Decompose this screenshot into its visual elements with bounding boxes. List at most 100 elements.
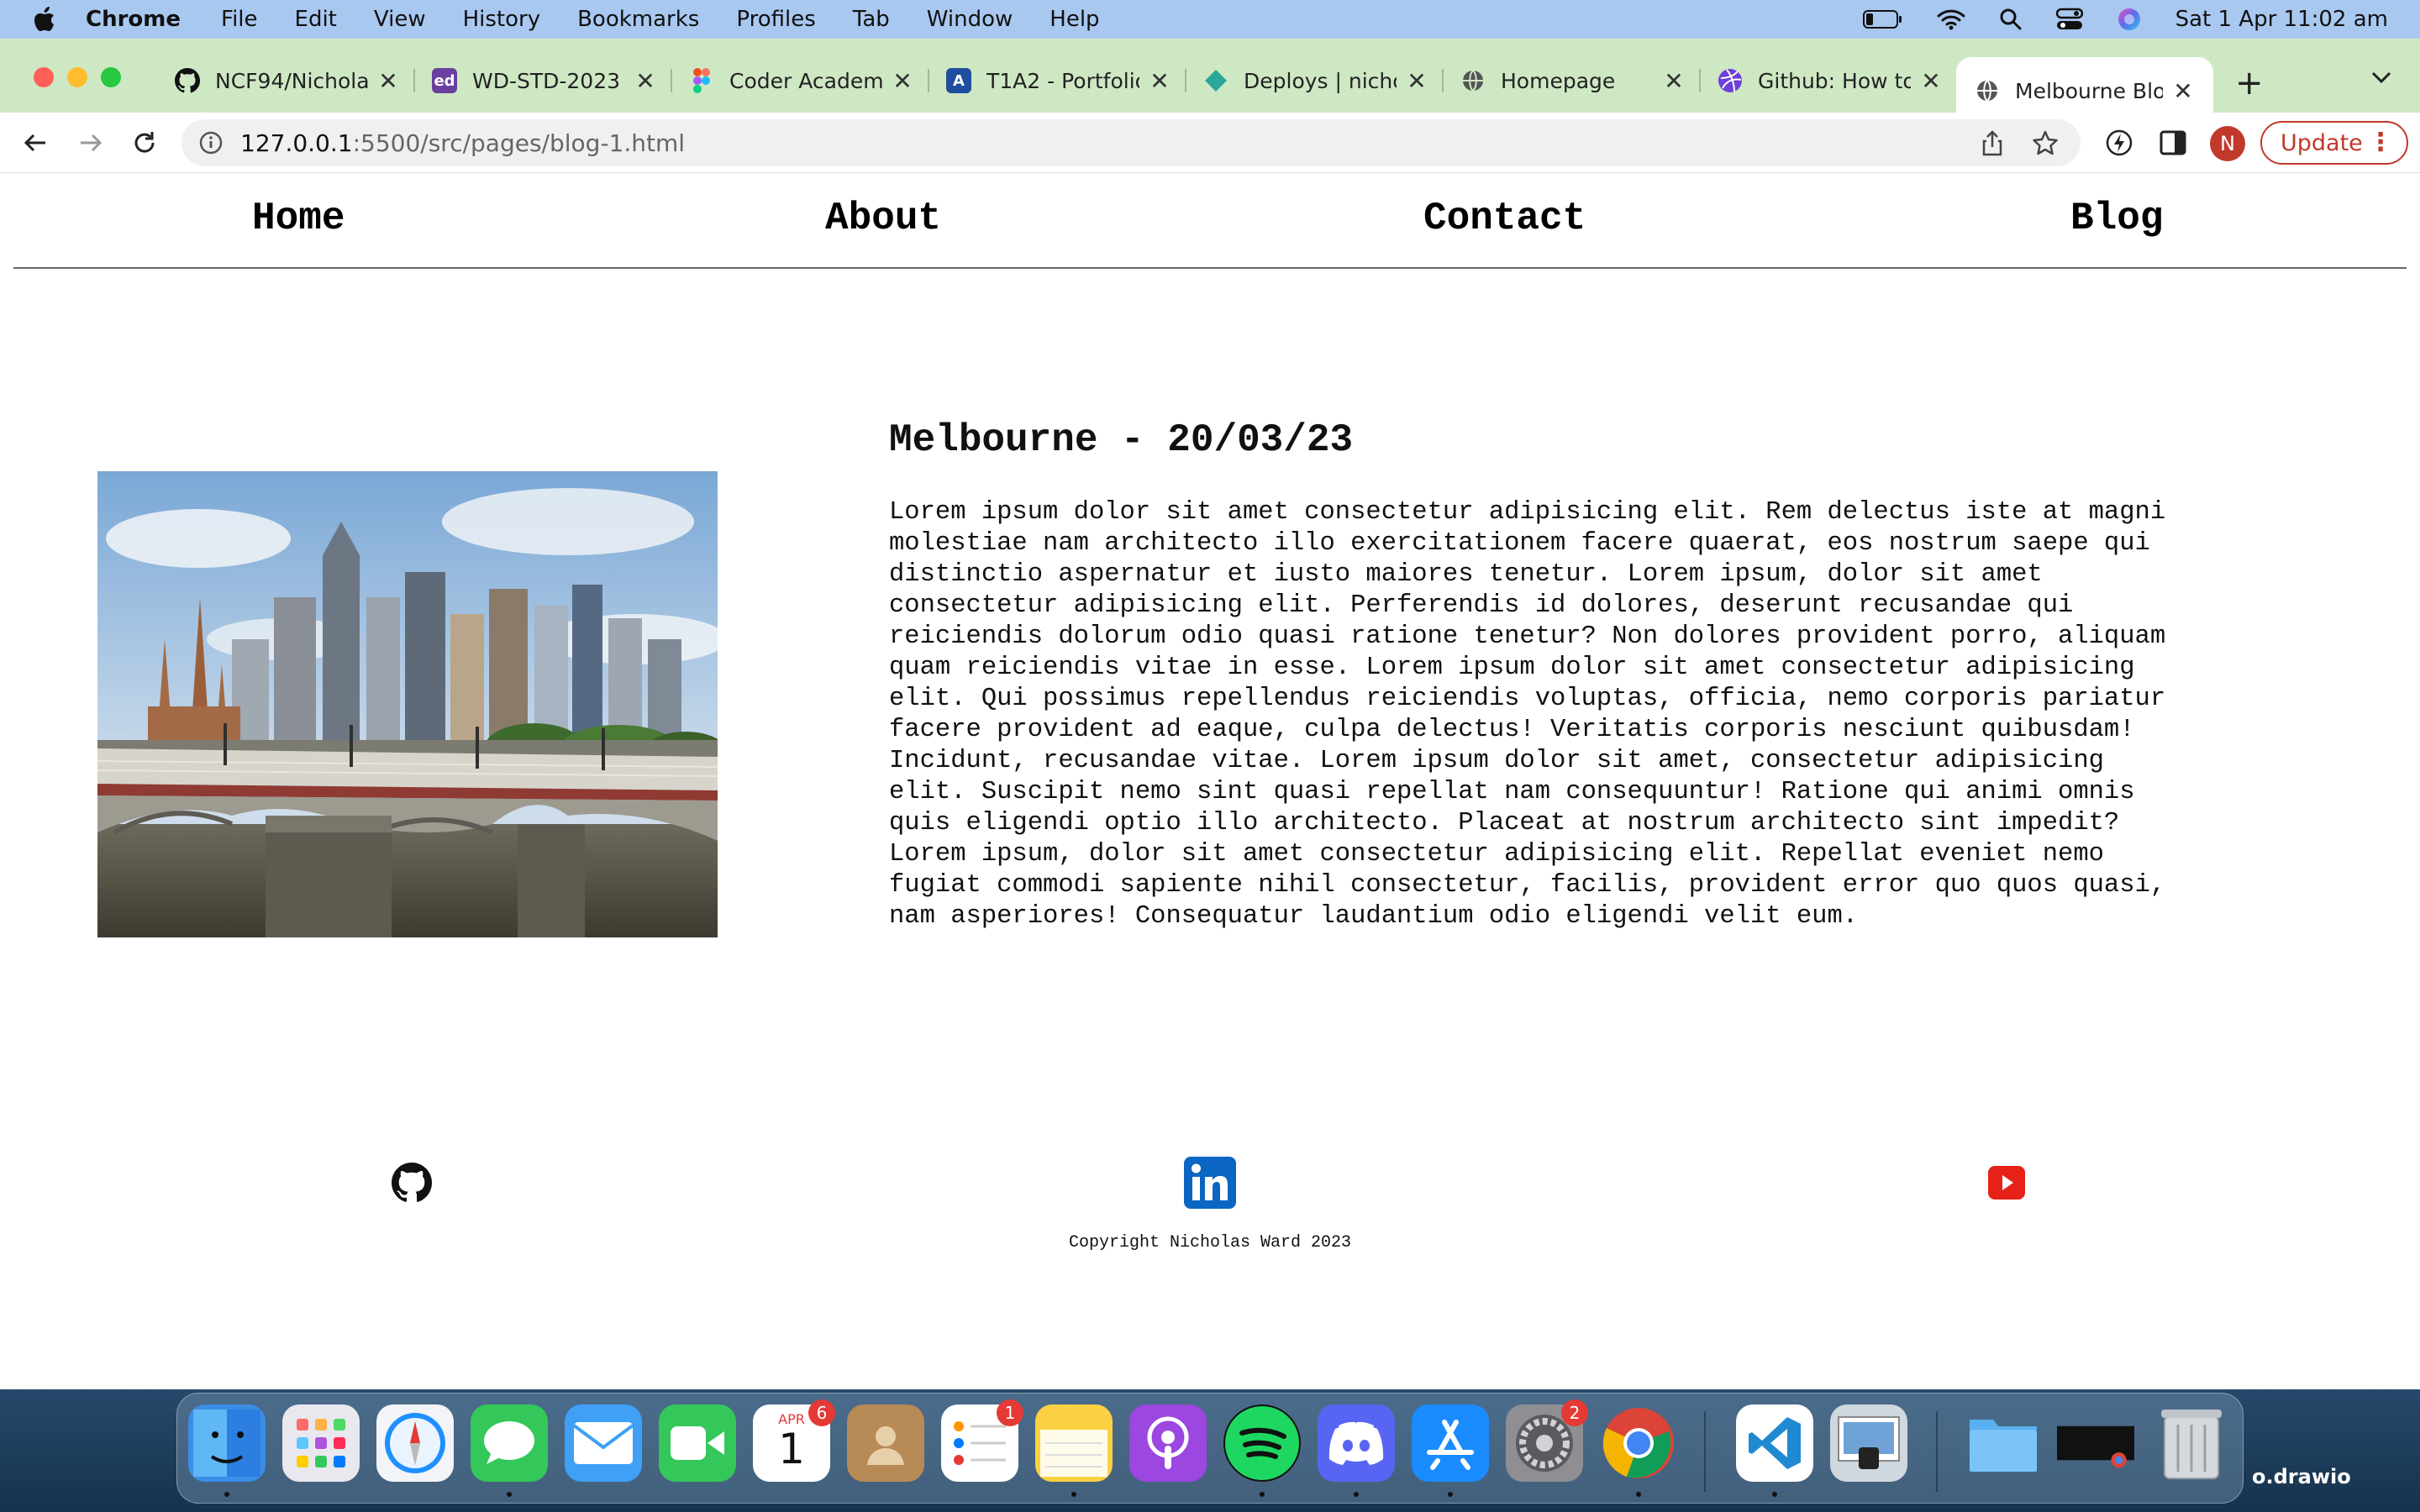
ed-icon: ed (432, 68, 457, 93)
melbourne-bridge-photo (97, 471, 718, 937)
mail-icon[interactable] (565, 1404, 642, 1482)
preview-icon[interactable] (1830, 1404, 1907, 1482)
battery-icon[interactable] (1862, 9, 1903, 29)
address-bar[interactable]: 127.0.0.1:5500/src/pages/blog-1.html (182, 119, 2081, 166)
menu-window[interactable]: Window (927, 7, 1013, 32)
notes-icon[interactable] (1035, 1404, 1113, 1482)
tab-github-how-to[interactable]: Github: How to ✕ (1718, 57, 1943, 104)
close-tab-icon[interactable]: ✕ (2171, 77, 2195, 105)
chrome-icon[interactable] (1600, 1404, 1677, 1482)
site-info-icon[interactable] (198, 130, 224, 155)
back-arrow-icon[interactable] (18, 126, 52, 160)
bookmark-star-icon[interactable] (2032, 129, 2059, 162)
menu-bookmarks[interactable]: Bookmarks (577, 7, 699, 32)
chrome-toolbar: 127.0.0.1:5500/src/pages/blog-1.html N U… (0, 113, 2420, 173)
youtube-icon[interactable] (1980, 1156, 2033, 1210)
share-icon[interactable] (1980, 129, 2005, 162)
close-tab-icon[interactable]: ✕ (891, 67, 914, 95)
discord-icon[interactable] (1318, 1404, 1395, 1482)
nav-link-blog[interactable]: Blog (2070, 197, 2163, 240)
messages-icon[interactable] (471, 1404, 548, 1482)
figma-icon (689, 68, 714, 93)
minimize-window-button[interactable] (67, 67, 87, 87)
running-indicator (1448, 1492, 1453, 1497)
linkedin-icon[interactable] (1183, 1156, 1237, 1210)
tab-title: Deploys | nichol (1244, 68, 1397, 93)
folder-icon[interactable] (1965, 1404, 2042, 1482)
menu-view[interactable]: View (374, 7, 426, 32)
side-panel-icon[interactable] (2158, 128, 2188, 158)
contacts-icon[interactable] (847, 1404, 924, 1482)
web-page: Home About Contact Blog Melbourne - 20/0… (0, 173, 2420, 1389)
close-tab-icon[interactable]: ✕ (634, 67, 657, 95)
tab-t1a2-portfolio[interactable]: A T1A2 - Portfolio ✕ (946, 57, 1171, 104)
menu-profiles[interactable]: Profiles (736, 7, 815, 32)
spotlight-search-icon[interactable] (1999, 8, 2023, 31)
github-icon (175, 68, 200, 93)
nav-link-contact[interactable]: Contact (1423, 197, 1586, 240)
tab-divider (671, 69, 672, 92)
running-indicator (507, 1492, 512, 1497)
nav-link-about[interactable]: About (825, 197, 941, 240)
siri-icon[interactable] (2117, 7, 2142, 32)
menu-app-name[interactable]: Chrome (86, 7, 181, 32)
desktop-file-label[interactable]: o.drawio (2252, 1465, 2351, 1488)
menu-help[interactable]: Help (1050, 7, 1099, 32)
reload-icon[interactable] (128, 126, 161, 160)
tab-title: Github: How to (1758, 68, 1911, 93)
system-settings-icon[interactable]: 2 (1506, 1399, 1588, 1482)
menu-tab[interactable]: Tab (853, 7, 890, 32)
extension-lightning-icon[interactable] (2104, 128, 2134, 158)
update-button[interactable]: Update ⋮ (2260, 121, 2408, 165)
launchpad-icon[interactable] (282, 1404, 360, 1482)
control-center-icon[interactable] (2055, 8, 2083, 31)
wifi-icon[interactable] (1937, 8, 1965, 30)
close-tab-icon[interactable]: ✕ (1148, 67, 1171, 95)
reminders-icon[interactable]: 1 (941, 1399, 1023, 1482)
netlify-icon (1203, 68, 1228, 93)
tab-deploys[interactable]: Deploys | nichol ✕ (1203, 57, 1428, 104)
menubar-clock[interactable]: Sat 1 Apr 11:02 am (2175, 7, 2388, 32)
trash-icon[interactable] (2153, 1404, 2230, 1482)
post-title: Melbourne - 20/03/23 (889, 418, 1354, 462)
tab-divider (928, 69, 929, 92)
tab-divider (413, 69, 415, 92)
zoom-window-button[interactable] (101, 67, 121, 87)
tab-coder-academy[interactable]: Coder Academy ✕ (689, 57, 914, 104)
close-tab-icon[interactable]: ✕ (1405, 67, 1428, 95)
menubar-status-area: Sat 1 Apr 11:02 am (1862, 0, 2388, 39)
tab-wd-std[interactable]: ed WD-STD-2023 ✕ (432, 57, 657, 104)
apple-icon[interactable] (34, 7, 55, 32)
reminders-badge: 1 (997, 1399, 1023, 1426)
profile-avatar[interactable]: N (2210, 126, 2245, 161)
terminal-window-thumbnail-icon[interactable] (2057, 1404, 2134, 1482)
safari-icon[interactable] (376, 1404, 454, 1482)
menu-history[interactable]: History (463, 7, 541, 32)
menu-edit[interactable]: Edit (295, 7, 337, 32)
menu-file[interactable]: File (221, 7, 258, 32)
nav-link-home[interactable]: Home (252, 197, 345, 240)
podcasts-icon[interactable] (1129, 1404, 1207, 1482)
tab-homepage[interactable]: Homepage ✕ (1460, 57, 1686, 104)
calendar-icon[interactable]: APR 1 6 (753, 1399, 835, 1482)
update-label: Update (2281, 129, 2363, 156)
tab-divider (1185, 69, 1186, 92)
close-tab-icon[interactable]: ✕ (376, 67, 400, 95)
kebab-menu-icon[interactable]: ⋮ (2368, 128, 2393, 157)
close-tab-icon[interactable]: ✕ (1662, 67, 1686, 95)
new-tab-plus-icon[interactable]: + (2235, 64, 2264, 102)
vscode-icon[interactable] (1736, 1404, 1813, 1482)
facetime-icon[interactable] (659, 1404, 736, 1482)
tab-search-chevron-icon[interactable] (2370, 64, 2393, 92)
app-store-icon[interactable] (1412, 1404, 1489, 1482)
forward-arrow-icon[interactable] (74, 126, 108, 160)
close-window-button[interactable] (34, 67, 54, 87)
tab-title: NCF94/Nichola (215, 68, 368, 93)
macos-menubar: Chrome File Edit View History Bookmarks … (0, 0, 2420, 39)
close-tab-icon[interactable]: ✕ (1919, 67, 1943, 95)
dock-separator (1936, 1411, 1938, 1492)
finder-icon[interactable] (188, 1404, 266, 1482)
github-icon[interactable] (385, 1156, 439, 1210)
spotify-icon[interactable] (1223, 1404, 1301, 1482)
tab-github-nichola[interactable]: NCF94/Nichola ✕ (175, 57, 400, 104)
